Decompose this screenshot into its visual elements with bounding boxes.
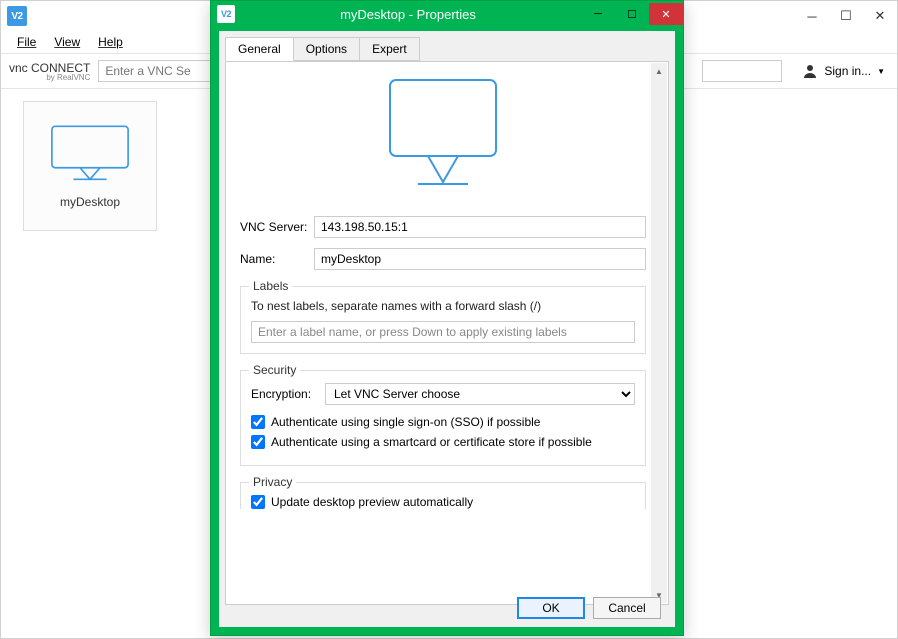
menu-file[interactable]: File	[9, 33, 44, 51]
menu-view[interactable]: View	[46, 33, 88, 51]
sso-checkbox[interactable]	[251, 415, 265, 429]
minimize-button[interactable]: ─	[795, 5, 829, 27]
brand: vnc CONNECT by RealVNC	[9, 60, 90, 82]
tab-expert-label: Expert	[372, 42, 407, 56]
dialog-close-button[interactable]: ✕	[649, 3, 683, 25]
encryption-label: Encryption:	[251, 387, 325, 401]
labels-hint: To nest labels, separate names with a fo…	[251, 299, 635, 313]
properties-dialog: V2 myDesktop - Properties ─ ☐ ✕ General …	[210, 0, 684, 636]
vnc-logo-icon: V2	[7, 6, 27, 26]
caret-down-icon: ▼	[877, 67, 885, 76]
signin-label: Sign in...	[824, 64, 871, 78]
dialog-inner: General Options Expert ▲ ▼ VNC Server:	[219, 31, 675, 627]
security-fieldset: Security Encryption: Let VNC Server choo…	[240, 370, 646, 466]
menu-help-label: Help	[98, 35, 123, 49]
sso-label: Authenticate using single sign-on (SSO) …	[271, 415, 540, 429]
labels-input[interactable]	[251, 321, 635, 343]
vnc-server-label: VNC Server:	[240, 220, 314, 234]
encryption-select[interactable]: Let VNC Server choose	[325, 383, 635, 405]
dialog-titlebar: V2 myDesktop - Properties ─ ☐ ✕	[211, 1, 683, 27]
update-preview-row: Update desktop preview automatically	[251, 495, 635, 509]
name-label: Name:	[240, 252, 314, 266]
menu-view-label: View	[54, 35, 80, 49]
ok-button[interactable]: OK	[517, 597, 585, 619]
privacy-fieldset: Privacy Update desktop preview automatic…	[240, 482, 646, 509]
tab-expert[interactable]: Expert	[359, 37, 420, 61]
encryption-row: Encryption: Let VNC Server choose	[251, 383, 635, 405]
content-area: VNC Server: Name: Labels To nest labels,…	[240, 68, 646, 596]
signin-button[interactable]: Sign in... ▼	[798, 63, 889, 79]
security-legend: Security	[249, 363, 300, 377]
tab-general-label: General	[238, 42, 281, 56]
brand-sub: by RealVNC	[9, 74, 90, 82]
monitor-icon	[47, 123, 133, 181]
labels-fieldset: Labels To nest labels, separate names wi…	[240, 286, 646, 354]
update-preview-checkbox[interactable]	[251, 495, 265, 509]
privacy-legend: Privacy	[249, 475, 296, 489]
name-row: Name:	[240, 248, 646, 270]
name-input[interactable]	[314, 248, 646, 270]
vnc-server-row: VNC Server:	[240, 216, 646, 238]
smartcard-label: Authenticate using a smartcard or certif…	[271, 435, 592, 449]
avatar-icon	[802, 63, 818, 79]
desktop-tile[interactable]: myDesktop	[23, 101, 157, 231]
labels-legend: Labels	[249, 279, 292, 293]
scroll-up-icon[interactable]: ▲	[651, 63, 667, 79]
monitor-large-icon	[378, 74, 508, 194]
blank-box	[702, 60, 782, 82]
tab-options-label: Options	[306, 42, 347, 56]
scroll-track[interactable]	[651, 79, 667, 587]
maximize-button[interactable]: ☐	[829, 5, 863, 27]
tab-general[interactable]: General	[225, 37, 294, 61]
update-preview-label: Update desktop preview automatically	[271, 495, 473, 509]
dialog-window-controls: ─ ☐ ✕	[581, 3, 683, 25]
dialog-title: myDesktop - Properties	[235, 7, 581, 22]
scrollbar[interactable]: ▲ ▼	[651, 63, 667, 603]
cancel-button[interactable]: Cancel	[593, 597, 661, 619]
close-button[interactable]: ✕	[863, 5, 897, 27]
dialog-buttons: OK Cancel	[517, 597, 661, 619]
vnc-server-input[interactable]	[314, 216, 646, 238]
dialog-maximize-button[interactable]: ☐	[615, 3, 649, 25]
tile-label: myDesktop	[60, 195, 120, 209]
main-window-controls: ─ ☐ ✕	[795, 5, 897, 27]
sso-row: Authenticate using single sign-on (SSO) …	[251, 415, 635, 429]
tab-options[interactable]: Options	[293, 37, 360, 61]
dialog-minimize-button[interactable]: ─	[581, 3, 615, 25]
menu-file-label: File	[17, 35, 36, 49]
smartcard-checkbox[interactable]	[251, 435, 265, 449]
vnc-logo-icon: V2	[217, 5, 235, 23]
smartcard-row: Authenticate using a smartcard or certif…	[251, 435, 635, 449]
tab-strip: General Options Expert	[219, 31, 675, 61]
menu-help[interactable]: Help	[90, 33, 131, 51]
tab-content: ▲ ▼ VNC Server: Name: Labels	[225, 61, 669, 605]
